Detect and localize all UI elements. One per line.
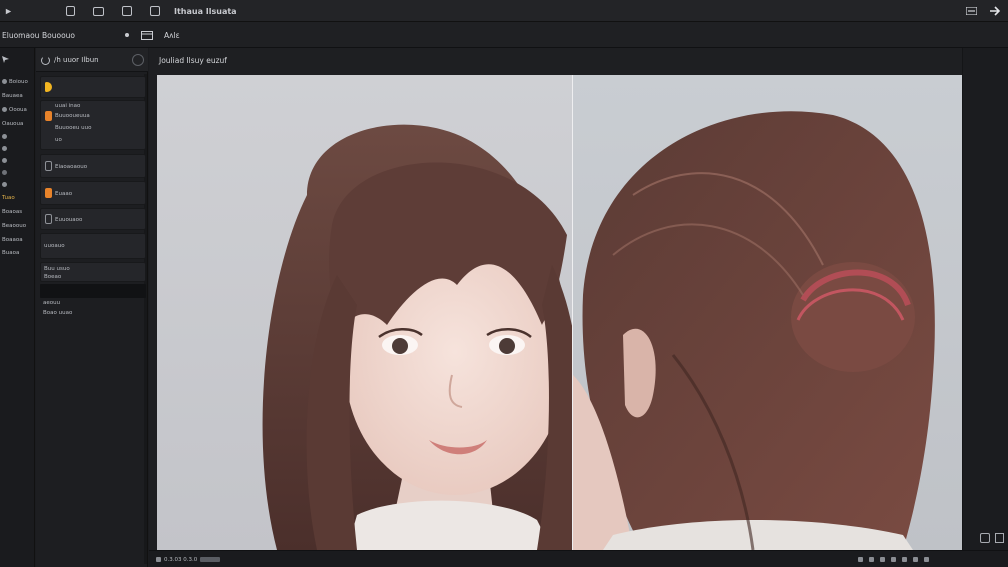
panel-title-text: /h uuor Ilbun (54, 56, 99, 64)
window-icon[interactable] (93, 0, 104, 22)
row-text: Buuooeu uuo (55, 125, 92, 131)
left-item-label: Boaoas (2, 209, 23, 215)
refresh-icon[interactable] (41, 55, 50, 65)
left-icon-d[interactable] (2, 170, 9, 176)
left-icon-e[interactable] (2, 182, 9, 188)
left-item-8[interactable]: Boaaoa (2, 237, 23, 243)
layer-row[interactable]: uuai inao Buuooueuua Buuooeu uuo uo (40, 100, 146, 150)
selected-layer-bar[interactable] (40, 284, 146, 298)
left-item-label: Oooua (9, 107, 27, 113)
properties-panel: /h uuor Ilbun uuai inao Buuooueuua Buuoo… (36, 48, 148, 567)
panel-title: /h uuor Ilbun (41, 48, 99, 72)
minimize-icon[interactable] (966, 0, 977, 22)
layer-row[interactable]: aeouu Boao uuao (40, 300, 146, 320)
portrait-back-image (573, 75, 962, 550)
row-text: Buu usuo (44, 266, 70, 272)
toolbar-left-label[interactable]: Eluomaou (2, 22, 39, 48)
left-icon-c[interactable] (2, 158, 9, 164)
layer-row[interactable]: uuoauo (40, 233, 146, 259)
left-item-label: Boiouo (9, 79, 28, 85)
canvas-title: Jouliad Ilsuy euzuf (159, 55, 227, 65)
right-gutter (962, 48, 1008, 567)
layer-row[interactable]: Euuouaoo (40, 208, 146, 230)
tab-document[interactable]: Bouoouo (42, 22, 75, 48)
portrait-front-image (157, 75, 582, 550)
app-logo-icon[interactable] (4, 0, 13, 22)
left-item-6[interactable]: Boaoas (2, 209, 22, 215)
left-item-2[interactable]: Bauaea (2, 93, 23, 99)
status-bar: 0.3.03 0.3.0 (149, 550, 1008, 567)
left-item-3[interactable]: Oooua (2, 107, 27, 113)
app-window: Ithaua Ilsuata Eluomaou Bouoouo Aʌlɛ Boi… (0, 0, 1008, 567)
left-item-label: Boaaoa (2, 237, 23, 243)
status-text: 0.3.03 0.3.0 (164, 556, 198, 563)
view-icon[interactable] (141, 22, 153, 48)
layer-row[interactable] (40, 76, 146, 98)
left-item-label: Oauoua (2, 121, 24, 127)
panel-header: /h uuor Ilbun (36, 48, 148, 72)
app-title: Ithaua Ilsuata (174, 6, 237, 16)
left-item-5[interactable]: Tuao (2, 195, 15, 201)
yellow-swatch-icon (45, 82, 52, 92)
status-control-icon[interactable] (858, 557, 863, 562)
tab-menu-dot-icon[interactable] (125, 22, 129, 48)
left-item-label: Tuao (2, 195, 15, 201)
layer-row[interactable]: Buu usuo Boeao (40, 262, 146, 282)
left-icon-b[interactable] (2, 146, 9, 152)
orange-swatch-icon (45, 188, 52, 198)
left-tool-column: Boiouo Bauaea Oooua Oauoua Tuao Boaoas B… (0, 48, 35, 567)
status-control-icon[interactable] (880, 557, 885, 562)
panel-settings-icon[interactable] (132, 54, 144, 66)
row-text: uuoauo (44, 243, 65, 249)
layer-thumb-icon (45, 161, 52, 171)
row-text: aeouu (43, 300, 61, 306)
layer-thumb-icon (45, 214, 52, 224)
canvas-area: Jouliad Ilsuy euzuf (149, 48, 1008, 567)
status-control-icon[interactable] (902, 557, 907, 562)
left-item-1[interactable]: Boiouo (2, 79, 28, 85)
left-icon-a[interactable] (2, 134, 9, 140)
row-text: uo (55, 137, 62, 143)
status-icon (156, 557, 161, 562)
status-progress-icon (200, 557, 221, 562)
status-left: 0.3.03 0.3.0 (153, 551, 223, 567)
canvas-settings-icon[interactable] (995, 533, 1004, 543)
layer-row[interactable]: Eiaoaoaouo (40, 154, 146, 178)
zoom-label[interactable]: Aʌlɛ (164, 22, 180, 48)
row-text: Boeao (44, 274, 62, 280)
image-viewport[interactable] (157, 75, 962, 550)
status-control-icon[interactable] (913, 557, 918, 562)
left-item-label: Bauaea (2, 93, 23, 99)
row-text: Euuouaoo (55, 217, 83, 223)
row-text: Eiaoaoaouo (55, 164, 88, 170)
row-text: uuai inao (55, 103, 81, 109)
left-item-9[interactable]: Buaoa (2, 250, 19, 256)
toolbar: Eluomaou Bouoouo Aʌlɛ (0, 22, 1008, 48)
file-icon[interactable] (66, 0, 75, 22)
status-controls (855, 551, 932, 567)
row-text: Buuooueuua (55, 113, 90, 119)
layers-icon[interactable] (122, 0, 132, 22)
status-control-icon[interactable] (891, 557, 896, 562)
grid-icon[interactable] (150, 0, 160, 22)
left-item-label: Buaoa (2, 250, 20, 256)
left-item-4[interactable]: Oauoua (2, 121, 23, 127)
fit-view-icon[interactable] (980, 533, 990, 543)
layer-row[interactable]: Euaao (40, 181, 146, 205)
pointer-icon[interactable] (2, 56, 9, 65)
export-arrow-icon[interactable] (989, 0, 1001, 22)
row-text: Euaao (55, 191, 73, 197)
status-control-icon[interactable] (869, 557, 874, 562)
status-control-icon[interactable] (924, 557, 929, 562)
orange-swatch-icon (45, 111, 52, 121)
left-item-7[interactable]: Beaoouo (2, 223, 26, 229)
row-text: Boao uuao (43, 310, 73, 316)
top-menu-bar: Ithaua Ilsuata (0, 0, 1008, 22)
left-item-label: Beaoouo (2, 223, 27, 229)
